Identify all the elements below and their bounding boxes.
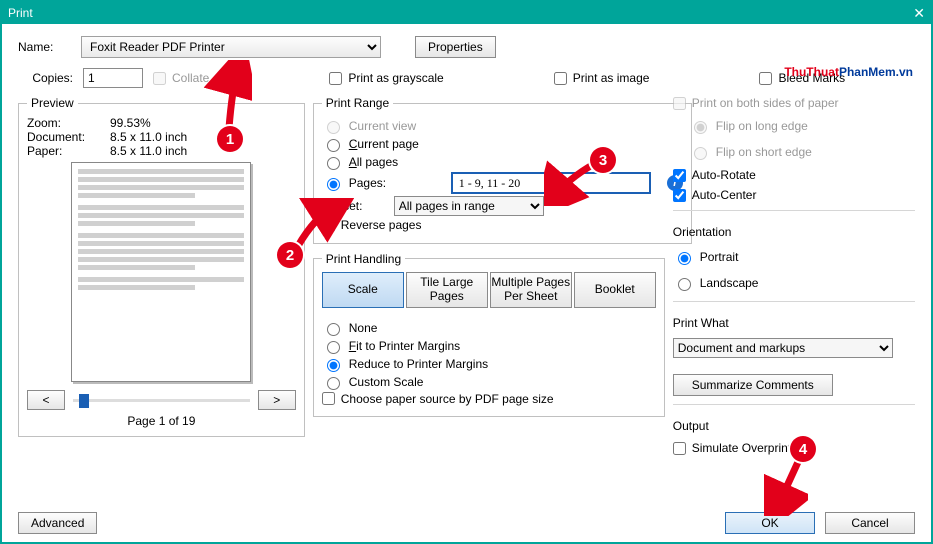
paper-source-checkbox[interactable]: Choose paper source by PDF page size	[322, 392, 554, 406]
watermark: ThuThuatPhanMem.vn	[784, 56, 913, 82]
collate-checkbox: Collate	[153, 71, 209, 85]
preview-thumbnail	[71, 162, 251, 382]
fit-radio[interactable]: Fit to Printer Margins	[322, 338, 656, 354]
output-label: Output	[673, 419, 915, 433]
copies-label: Copies:	[18, 71, 73, 85]
window-title: Print	[8, 6, 33, 20]
copies-spinner[interactable]	[83, 68, 143, 88]
print-handling-group: Print Handling Scale Tile Large Pages Mu…	[313, 252, 665, 418]
all-pages-radio[interactable]: All pages	[322, 154, 683, 170]
preview-info: Zoom:99.53% Document:8.5 x 11.0 inch Pap…	[27, 116, 296, 158]
print-range-group: Print Range Current view Current page Al…	[313, 96, 692, 244]
flip-long-radio: Flip on long edge	[689, 118, 915, 134]
callout-4: 4	[790, 436, 816, 462]
pages-radio[interactable]: Pages: i	[322, 172, 683, 194]
print-as-image-checkbox[interactable]: Print as image	[554, 71, 650, 85]
current-view-radio: Current view	[322, 118, 683, 134]
auto-rotate-checkbox[interactable]: Auto-Rotate	[673, 168, 915, 182]
callout-1: 1	[217, 126, 243, 152]
portrait-radio[interactable]: Portrait	[673, 249, 915, 265]
next-page-button[interactable]: >	[258, 390, 296, 410]
both-sides-checkbox: Print on both sides of paper	[673, 96, 915, 110]
arrow-2	[294, 198, 354, 250]
none-radio[interactable]: None	[322, 320, 656, 336]
landscape-radio[interactable]: Landscape	[673, 275, 915, 291]
booklet-tab[interactable]: Booklet	[574, 272, 656, 308]
flip-short-radio: Flip on short edge	[689, 144, 915, 160]
page-slider[interactable]	[73, 399, 250, 402]
arrow-4	[764, 460, 808, 516]
multiple-tab[interactable]: Multiple Pages Per Sheet	[490, 272, 572, 308]
preview-group: Preview Zoom:99.53% Document:8.5 x 11.0 …	[18, 96, 305, 437]
title-bar: Print ✕	[2, 2, 931, 24]
tile-tab[interactable]: Tile Large Pages	[406, 272, 488, 308]
arrow-1	[202, 60, 252, 132]
orientation-label: Orientation	[673, 225, 915, 239]
advanced-button[interactable]: Advanced	[18, 512, 97, 534]
prev-page-button[interactable]: <	[27, 390, 65, 410]
callout-2: 2	[277, 242, 303, 268]
print-what-select[interactable]: Document and markups	[673, 338, 893, 358]
callout-3: 3	[590, 147, 616, 173]
page-indicator: Page 1 of 19	[27, 414, 296, 428]
subset-select[interactable]: All pages in range	[394, 196, 544, 216]
properties-button[interactable]: Properties	[415, 36, 496, 58]
scale-tab[interactable]: Scale	[322, 272, 404, 308]
close-icon[interactable]: ✕	[913, 5, 925, 22]
grayscale-checkbox[interactable]: Print as grayscale	[329, 71, 443, 85]
print-what-label: Print What	[673, 316, 915, 330]
custom-scale-radio[interactable]: Custom Scale	[322, 374, 656, 390]
auto-center-checkbox[interactable]: Auto-Center	[673, 188, 915, 202]
summarize-comments-button[interactable]: Summarize Comments	[673, 374, 833, 396]
name-label: Name:	[18, 40, 73, 54]
cancel-button[interactable]: Cancel	[825, 512, 915, 534]
printer-select[interactable]: Foxit Reader PDF Printer	[81, 36, 381, 58]
current-page-radio[interactable]: Current page	[322, 136, 683, 152]
reduce-radio[interactable]: Reduce to Printer Margins	[322, 356, 656, 372]
